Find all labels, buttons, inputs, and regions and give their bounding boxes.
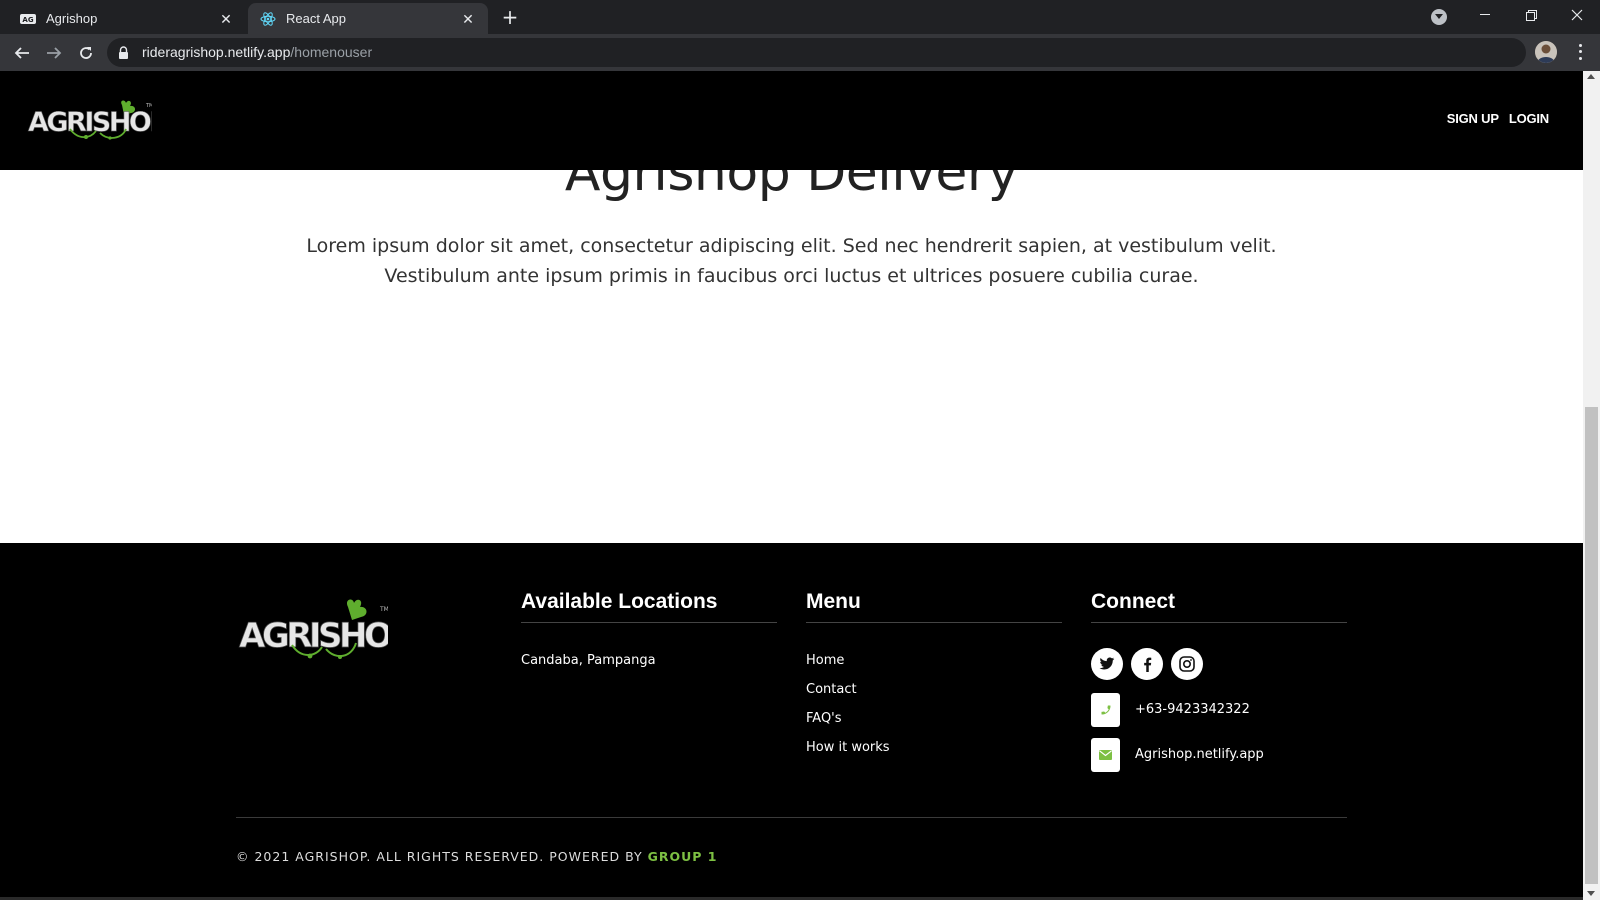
tab-title: React App xyxy=(286,11,346,26)
tab-search-icon[interactable] xyxy=(1431,9,1447,25)
svg-text:TM: TM xyxy=(379,606,388,613)
agrishop-logo[interactable]: AGRISHOP TM xyxy=(26,99,152,143)
site-footer: AGRISHOP TM Available Locations Candaba,… xyxy=(0,543,1583,900)
close-window-icon[interactable] xyxy=(1554,0,1600,30)
divider xyxy=(521,622,777,623)
browser-menu-icon[interactable] xyxy=(1572,42,1588,62)
agrishop-favicon-icon: AG xyxy=(20,11,36,27)
address-bar[interactable]: rideragrishop.netlify.app/homenouser xyxy=(107,38,1526,67)
svg-text:TM: TM xyxy=(145,103,152,109)
copyright-accent[interactable]: GROUP 1 xyxy=(648,849,718,864)
footer-divider xyxy=(236,817,1347,818)
url-text: rideragrishop.netlify.app/homenouser xyxy=(142,44,373,60)
locations-title: Available Locations xyxy=(521,590,718,613)
phone-icon xyxy=(1091,693,1120,727)
minimize-icon[interactable] xyxy=(1462,0,1508,30)
scroll-up-icon[interactable] xyxy=(1587,74,1595,79)
svg-text:AG: AG xyxy=(22,16,33,24)
page-scrollbar[interactable] xyxy=(1583,71,1600,900)
tab-agrishop[interactable]: AG Agrishop ✕ xyxy=(8,3,246,34)
profile-avatar[interactable] xyxy=(1535,41,1557,63)
login-link[interactable]: LOGIN xyxy=(1509,111,1549,126)
header-nav: SIGN UP LOGIN xyxy=(1447,111,1549,126)
copyright-text: © 2021 AGRISHOP. ALL RIGHTS RESERVED. PO… xyxy=(236,849,718,864)
hero-line-2: Vestibulum ante ipsum primis in faucibus… xyxy=(384,265,1199,287)
lock-icon xyxy=(118,45,129,64)
connect-title: Connect xyxy=(1091,590,1175,613)
hero-description: Lorem ipsum dolor sit amet, consectetur … xyxy=(291,231,1292,291)
svg-text:AGRISHOP: AGRISHOP xyxy=(28,107,152,138)
scroll-down-icon[interactable] xyxy=(1587,891,1595,896)
restore-icon[interactable] xyxy=(1508,0,1554,30)
tab-title: Agrishop xyxy=(46,11,98,26)
footer-link-faqs[interactable]: FAQ's xyxy=(806,711,842,726)
svg-text:AGRISHOP: AGRISHOP xyxy=(239,616,388,656)
footer-link-contact[interactable]: Contact xyxy=(806,682,857,697)
divider xyxy=(806,622,1062,623)
tab-close-icon[interactable]: ✕ xyxy=(218,11,234,27)
forward-icon[interactable] xyxy=(40,39,68,67)
footer-agrishop-logo[interactable]: AGRISHOP TM xyxy=(238,597,388,669)
phone-number: +63-9423342322 xyxy=(1135,702,1250,717)
twitter-icon[interactable] xyxy=(1091,648,1123,680)
email-text[interactable]: Agrishop.netlify.app xyxy=(1135,747,1264,762)
tab-close-icon[interactable]: ✕ xyxy=(460,11,476,27)
back-icon[interactable] xyxy=(8,39,36,67)
location-item: Candaba, Pampanga xyxy=(521,653,656,668)
facebook-icon[interactable] xyxy=(1131,648,1163,680)
instagram-icon[interactable] xyxy=(1171,648,1203,680)
new-tab-icon[interactable]: + xyxy=(498,5,522,29)
browser-toolbar: rideragrishop.netlify.app/homenouser xyxy=(0,34,1600,71)
footer-link-how-it-works[interactable]: How it works xyxy=(806,740,890,755)
signup-link[interactable]: SIGN UP xyxy=(1447,111,1499,126)
browser-tab-strip: AG Agrishop ✕ React App ✕ + xyxy=(0,0,1600,34)
react-favicon-icon xyxy=(260,11,276,27)
envelope-icon xyxy=(1091,738,1120,772)
menu-title: Menu xyxy=(806,590,861,613)
footer-link-home[interactable]: Home xyxy=(806,653,844,668)
tab-react-app[interactable]: React App ✕ xyxy=(248,3,488,34)
page-viewport: Agrishop Delivery Lorem ipsum dolor sit … xyxy=(0,71,1583,900)
hero-line-1: Lorem ipsum dolor sit amet, consectetur … xyxy=(306,235,1277,257)
reload-icon[interactable] xyxy=(72,39,100,67)
site-header: AGRISHOP TM SIGN UP LOGIN xyxy=(0,71,1583,170)
divider xyxy=(1091,622,1347,623)
scroll-thumb[interactable] xyxy=(1585,407,1598,884)
